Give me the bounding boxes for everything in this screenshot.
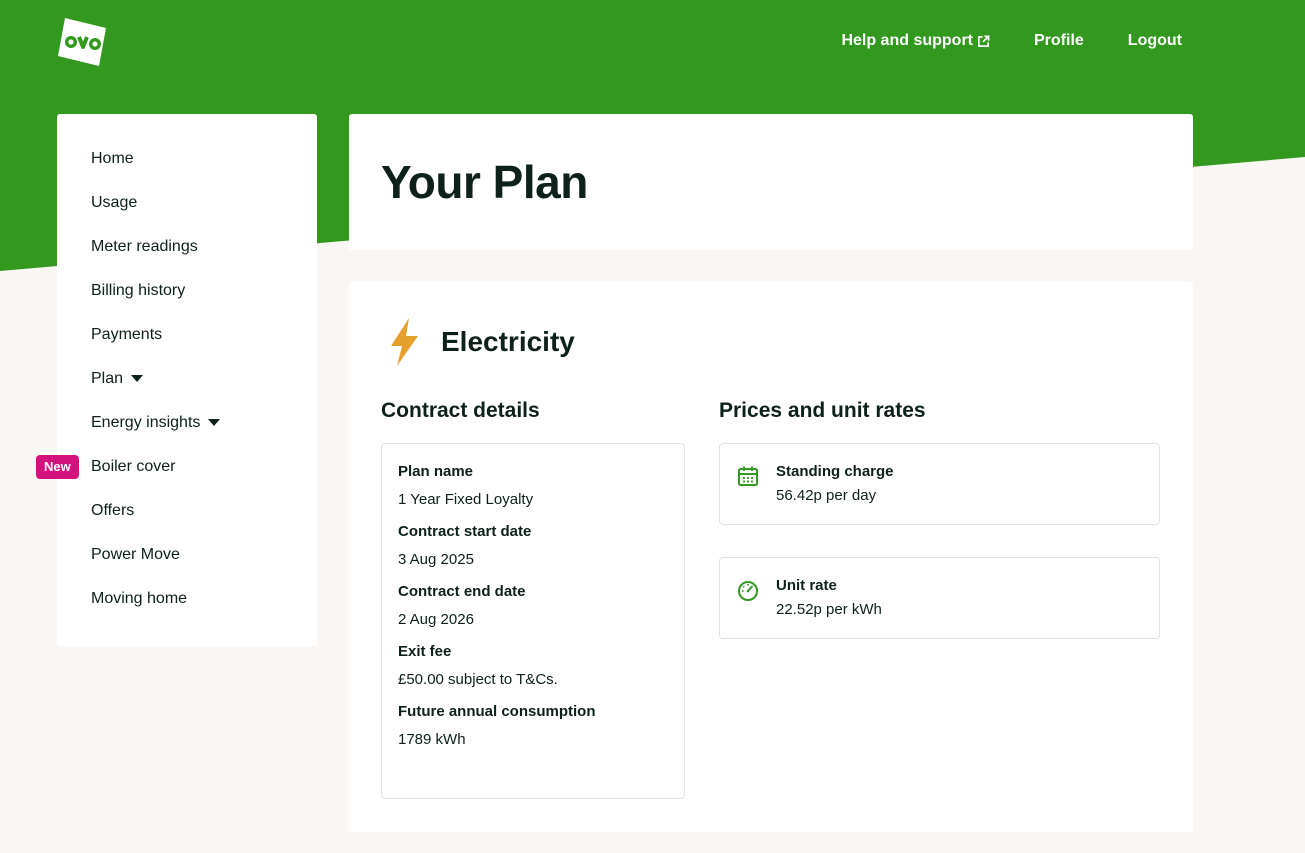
contract-start-value: 3 Aug 2025 [398,551,474,568]
annual-consumption-label: Future annual consumption [398,703,596,720]
sidebar-item-home[interactable]: Home [91,142,317,186]
sidebar-item-payments[interactable]: Payments [91,318,317,362]
annual-consumption-item: Future annual consumption 1789 kWh [398,702,668,750]
contract-end-label: Contract end date [398,583,526,600]
sidebar-item-energy-insights[interactable]: Energy insights [91,406,317,450]
sidebar-item-usage[interactable]: Usage [91,186,317,230]
unit-rate-label: Unit rate [776,577,837,594]
contract-details-box: Plan name 1 Year Fixed Loyalty Contract … [381,443,685,799]
top-navigation: Help and support Profile Logout [841,31,1182,51]
logout-link[interactable]: Logout [1128,31,1182,51]
sidebar-item-label: Moving home [91,590,188,607]
lightning-bolt-icon [391,318,418,366]
contract-details-title: Contract details [381,399,540,422]
unit-rate-value: 22.52p per kWh [776,601,882,618]
electricity-heading: Electricity [441,326,575,357]
external-link-icon [978,35,990,47]
contract-start-label: Contract start date [398,523,532,540]
sidebar-item-label: Home [91,150,134,167]
contract-start-item: Contract start date 3 Aug 2025 [398,522,668,570]
help-and-support-link[interactable]: Help and support [841,31,990,51]
sidebar-item-meter-readings[interactable]: Meter readings [91,230,317,274]
exit-fee-item: Exit fee £50.00 subject to T&Cs. [398,642,668,690]
unit-rate-box: Unit rate 22.52p per kWh [719,557,1160,639]
logout-label: Logout [1127,32,1182,49]
standing-charge-value: 56.42p per day [776,487,877,504]
prices-title: Prices and unit rates [719,399,926,422]
calendar-icon [738,466,758,486]
standing-charge-label: Standing charge [776,463,894,480]
page-title-card: Your Plan [349,114,1193,250]
unit-rate-text: Unit rate 22.52p per kWh [776,576,882,620]
help-and-support-label: Help and support [841,32,973,49]
sidebar-item-label: Meter readings [91,238,198,255]
page-title: Your Plan [381,156,588,208]
speedometer-icon [738,581,758,601]
sidebar-item-label: Boiler cover [91,458,176,475]
standing-charge-text: Standing charge 56.42p per day [776,462,894,506]
new-badge: New [36,455,79,479]
plan-name-label: Plan name [398,463,474,480]
profile-label: Profile [1034,32,1084,49]
standing-charge-box: Standing charge 56.42p per day [719,443,1160,525]
sidebar-item-plan[interactable]: Plan [91,362,317,406]
contract-end-value: 2 Aug 2026 [398,611,474,628]
sidebar-item-label: Billing history [91,282,186,299]
plan-name-value: 1 Year Fixed Loyalty [398,491,534,508]
sidebar-item-billing-history[interactable]: Billing history [91,274,317,318]
exit-fee-value: £50.00 subject to T&Cs. [398,671,558,688]
sidebar-item-label: Offers [91,502,135,519]
plan-name-item: Plan name 1 Year Fixed Loyalty [398,462,668,510]
exit-fee-label: Exit fee [398,643,452,660]
sidebar-item-power-move[interactable]: Power Move [91,538,317,582]
sidebar-item-label: Plan [91,370,124,387]
sidebar-item-label: Energy insights [91,414,201,431]
caret-down-icon [131,375,144,382]
sidebar-item-label: Usage [91,194,138,211]
caret-down-icon [208,419,221,426]
sidebar-item-offers[interactable]: Offers [91,494,317,538]
electricity-header: Electricity [385,318,575,366]
sidebar-item-boiler-cover[interactable]: New Boiler cover [36,450,317,494]
contract-end-item: Contract end date 2 Aug 2026 [398,582,668,630]
electricity-card: Electricity Contract details Prices and … [349,282,1193,832]
sidebar: Home Usage Meter readings Billing histor… [36,114,317,646]
annual-consumption-value: 1789 kWh [398,731,466,748]
sidebar-item-label: Power Move [91,546,180,563]
sidebar-item-moving-home[interactable]: Moving home [91,582,317,626]
profile-link[interactable]: Profile [1034,31,1084,51]
sidebar-menu: Home Usage Meter readings Billing histor… [36,114,317,626]
sidebar-item-label: Payments [91,326,163,343]
ovo-logo[interactable] [56,16,108,68]
